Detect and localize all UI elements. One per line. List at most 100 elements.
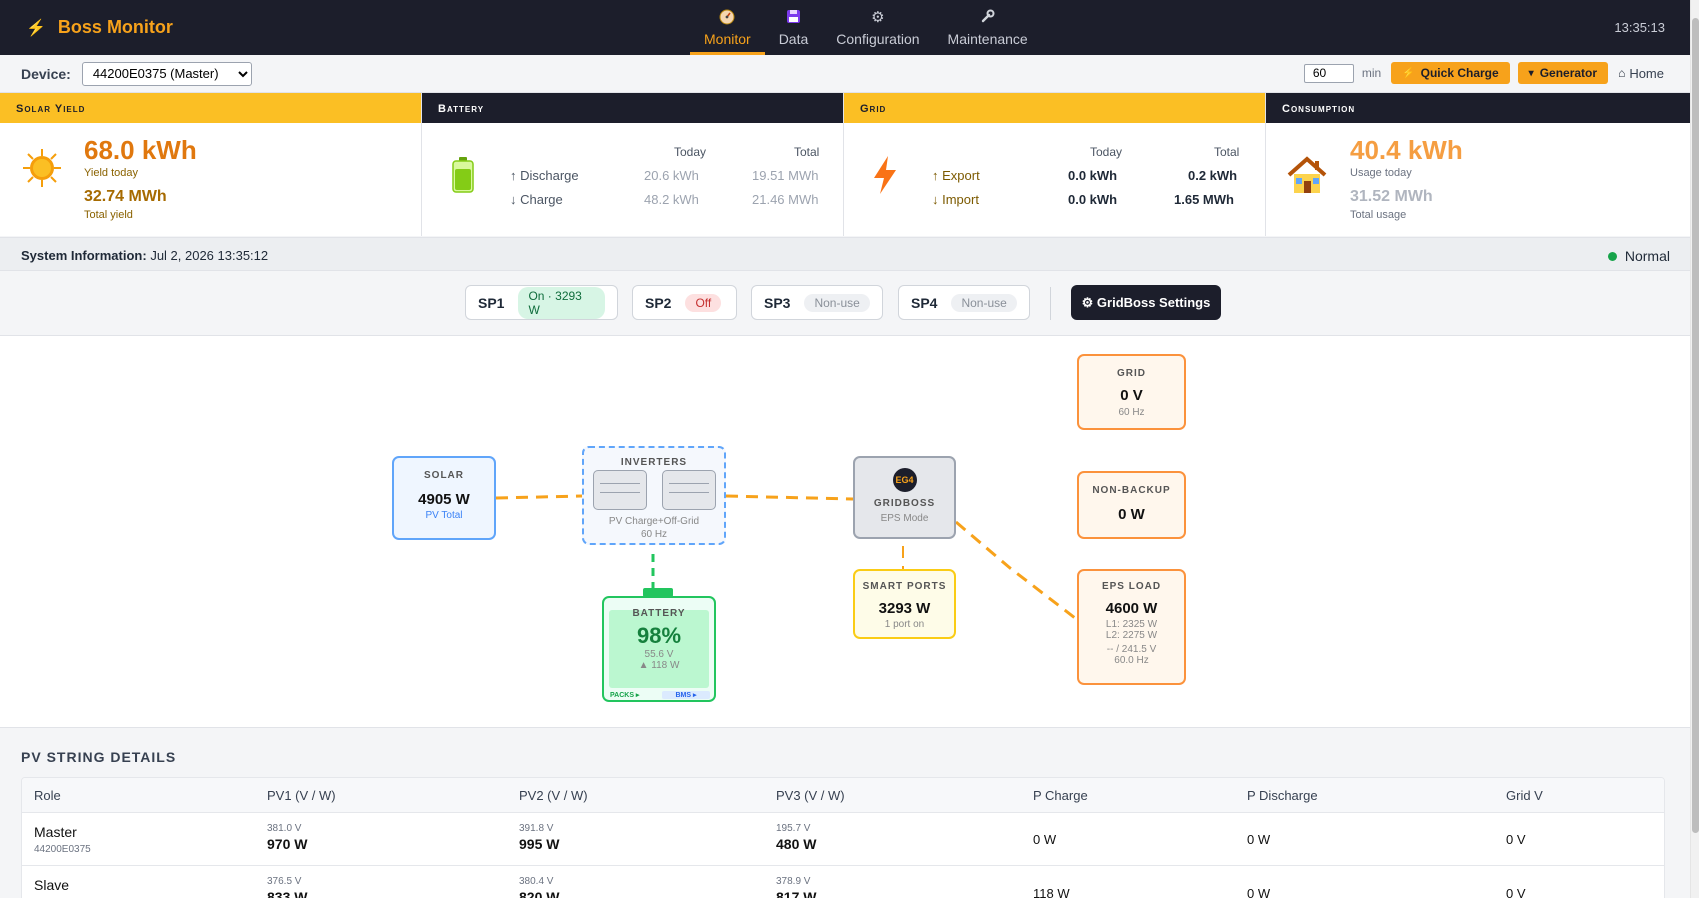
clock: 13:35:13 xyxy=(1614,20,1665,35)
gridboss-node[interactable]: EG4 GRIDBOSS EPS Mode xyxy=(853,456,956,539)
card-title: Solar Yield xyxy=(0,93,421,123)
device-select[interactable]: 44200E0375 (Master) xyxy=(81,61,252,86)
nav-configuration[interactable]: ⚙ Configuration xyxy=(822,0,933,55)
quick-charge-label: Quick Charge xyxy=(1420,66,1499,80)
solar-power-value: 4905 W xyxy=(418,491,470,508)
grid-voltage-value: 0 V xyxy=(1120,387,1143,404)
pdischarge-cell: 0 W xyxy=(1247,886,1271,898)
solar-today-value: 68.0 kWh xyxy=(84,135,197,165)
role-cell: Slave xyxy=(34,877,69,893)
battery-voltage: 55.6 V xyxy=(644,649,674,660)
quick-charge-button[interactable]: ⚡ Quick Charge xyxy=(1391,62,1510,84)
smart-ports-node[interactable]: SMART PORTS 3293 W 1 port on xyxy=(853,569,956,639)
device-label: Device: xyxy=(21,65,71,82)
smart-ports-sub: 1 port on xyxy=(884,619,925,630)
node-title: EPS LOAD xyxy=(1101,581,1162,592)
nav-label: Data xyxy=(778,30,809,47)
solar-sub: PV Total xyxy=(425,510,463,521)
inverter-freq: 60 Hz xyxy=(640,529,668,540)
page-scrollbar[interactable] xyxy=(1690,0,1699,898)
status-text: Normal xyxy=(1624,248,1670,264)
scrollbar-thumb[interactable] xyxy=(1692,18,1699,833)
role-name: Slave xyxy=(34,877,70,893)
node-title: SMART PORTS xyxy=(862,581,947,592)
packs-link[interactable]: PACKS ▸ xyxy=(610,691,639,699)
eg4-logo-icon: EG4 xyxy=(892,468,917,492)
eps-load-value: 4600 W xyxy=(1105,600,1158,617)
non-backup-value: 0 W xyxy=(1118,506,1145,523)
consumption-today-value: 40.4 kWh xyxy=(1350,135,1463,165)
device-actions: min ⚡ Quick Charge ▾ Generator ⌂ Home xyxy=(1303,62,1664,84)
battery-node[interactable]: BATTERY 98% 55.6 V ▲ 118 W PACKS ▸ BMS ▸ xyxy=(602,596,716,702)
eps-load-node[interactable]: EPS LOAD 4600 W L1: 2325 W L2: 2275 W --… xyxy=(1077,569,1186,685)
smart-port-sp4[interactable]: SP4 Non-use xyxy=(898,285,1030,320)
nav-maintenance[interactable]: Maintenance xyxy=(934,0,1042,55)
inverter-unit-icon xyxy=(593,470,647,510)
non-backup-node[interactable]: NON-BACKUP 0 W xyxy=(1077,471,1186,539)
node-title: NON-BACKUP xyxy=(1092,485,1171,496)
bms-link[interactable]: BMS ▸ xyxy=(662,691,710,699)
solar-total-value: 32.74 MWh xyxy=(84,188,167,205)
brand[interactable]: ⚡ Boss Monitor xyxy=(26,17,173,38)
consumption-total-value: 31.52 MWh xyxy=(1350,188,1433,205)
pcharge-cell: 0 W xyxy=(1033,832,1057,847)
battery-charge-label: ↓ Charge xyxy=(510,192,563,207)
system-info-bar: System Information: Jul 2, 2026 13:35:12… xyxy=(0,237,1690,271)
gridboss-eps-line xyxy=(955,520,1076,620)
smart-ports-row: SP1 On · 3293 W SP2 Off SP3 Non-use SP4 … xyxy=(0,271,1690,336)
column-header: Role xyxy=(34,788,61,803)
home-icon: ⌂ xyxy=(1618,66,1626,80)
nav-label: Monitor xyxy=(704,30,751,47)
solar-inverter-line xyxy=(495,494,583,500)
port-name: SP2 xyxy=(645,294,672,311)
system-info-label: System Information: xyxy=(21,248,147,263)
grid-import-label: ↓ Import xyxy=(932,192,979,207)
system-info: System Information: Jul 2, 2026 13:35:12 xyxy=(21,248,268,263)
nav-data[interactable]: Data xyxy=(765,0,823,55)
port-state-badge: Non-use xyxy=(951,293,1017,312)
column-header: Grid V xyxy=(1506,788,1543,803)
consumption-card: Consumption 40.4 kWh Usage today 31.52 M… xyxy=(1266,93,1690,236)
smart-port-sp2[interactable]: SP2 Off xyxy=(632,285,737,320)
inverter-gridboss-line xyxy=(725,494,854,501)
pv3-power: 817 W xyxy=(776,889,817,898)
card-title: Grid xyxy=(844,93,1265,123)
nav-monitor[interactable]: Monitor xyxy=(690,0,765,55)
column-header: PV2 (V / W) xyxy=(519,788,588,803)
pv2-power: 820 W xyxy=(519,889,560,898)
pv-string-section: PV STRING DETAILS Role PV1 (V / W) PV2 (… xyxy=(0,728,1690,898)
eps-freq: 60.0 Hz xyxy=(1114,655,1149,666)
grid-import-today: 0.0 kWh xyxy=(1068,192,1118,207)
smart-port-sp3[interactable]: SP3 Non-use xyxy=(751,285,883,320)
smart-ports-value: 3293 W xyxy=(878,600,931,617)
battery-card: Battery Today Total ↑ Discharge 20.6 kWh… xyxy=(422,93,844,236)
inverter-unit-icon xyxy=(662,470,716,510)
inverters-node[interactable]: INVERTERS PV Charge+Off-Grid 60 Hz xyxy=(582,446,726,545)
grid-export-today: 0.0 kWh xyxy=(1068,168,1118,183)
smart-port-sp1[interactable]: SP1 On · 3293 W xyxy=(465,285,618,320)
pv1-cell: 376.5 V 833 W xyxy=(267,876,307,898)
card-title: Battery xyxy=(422,93,843,123)
battery-charge-total: 21.46 MWh xyxy=(752,192,819,207)
generator-button[interactable]: ▾ Generator xyxy=(1517,62,1609,84)
role-name: Master xyxy=(34,824,77,840)
minutes-input[interactable] xyxy=(1303,63,1354,83)
gridboss-settings-button[interactable]: ⚙ GridBoss Settings xyxy=(1071,285,1221,320)
section-title: PV STRING DETAILS xyxy=(21,749,177,765)
wrench-icon xyxy=(980,9,995,27)
pv2-voltage: 391.8 V xyxy=(519,823,554,834)
pv2-power: 995 W xyxy=(519,836,560,852)
solar-node[interactable]: SOLAR 4905 W PV Total xyxy=(392,456,496,540)
grid-node[interactable]: GRID 0 V 60 Hz xyxy=(1077,354,1186,430)
device-bar: Device: 44200E0375 (Master) min ⚡ Quick … xyxy=(0,55,1690,93)
energy-flow-diagram: SOLAR 4905 W PV Total INVERTERS PV Charg… xyxy=(0,336,1690,728)
battery-col-total: Total xyxy=(794,145,820,159)
pv3-cell: 378.9 V 817 W xyxy=(776,876,816,898)
home-link[interactable]: Home xyxy=(1629,66,1664,81)
column-header: PV3 (V / W) xyxy=(776,788,845,803)
gridboss-mode: EPS Mode xyxy=(880,513,929,524)
floppy-icon xyxy=(786,9,801,27)
column-header: P Charge xyxy=(1033,788,1088,803)
battery-discharge-total: 19.51 MWh xyxy=(752,168,819,183)
eps-voltage: -- / 241.5 V xyxy=(1106,644,1157,655)
